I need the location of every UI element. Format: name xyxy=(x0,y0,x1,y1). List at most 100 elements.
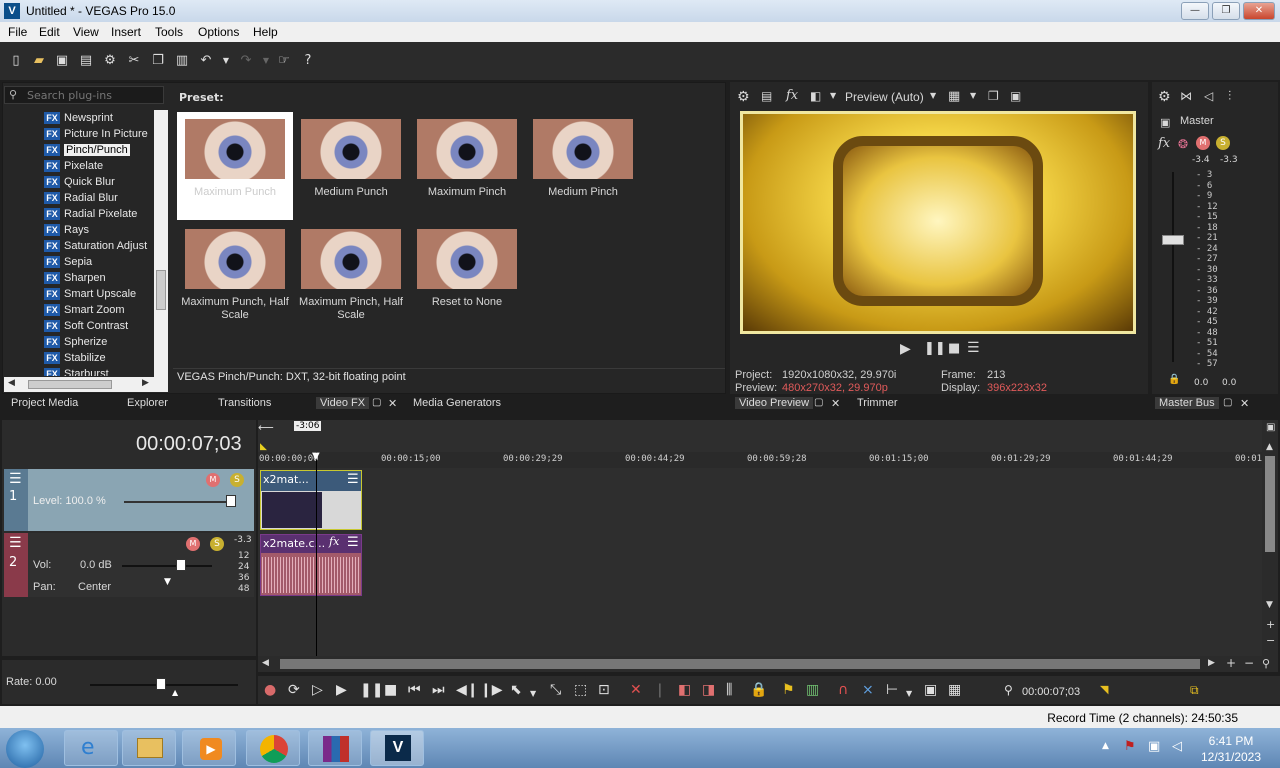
scroll-thumb[interactable] xyxy=(280,659,1200,669)
tab-master-bus[interactable]: Master Bus xyxy=(1155,397,1219,409)
cut-icon[interactable]: ✂ xyxy=(126,53,142,69)
track-menu-icon[interactable]: ☰ xyxy=(9,535,22,551)
master-fx-icon[interactable]: fx xyxy=(1158,136,1170,151)
scroll-right-icon[interactable]: ▶ xyxy=(1208,658,1215,668)
delete-icon[interactable]: ✕ xyxy=(630,682,642,698)
timeline-vertical-scrollbar[interactable]: ▣ ▲ ▼ + − xyxy=(1262,420,1278,656)
redo-icon[interactable]: ↷ xyxy=(238,53,254,69)
tab-close-icon[interactable]: ✕ xyxy=(1240,397,1249,410)
track-number-bar[interactable]: ☰ 1 xyxy=(4,469,28,531)
undo-icon[interactable]: ↶ xyxy=(198,53,214,69)
scroll-right-icon[interactable]: ▶ xyxy=(142,378,149,388)
audio-track-header[interactable]: ☰ 2 M S -3.3 Vol: 0.0 dB Pan: Center ▼ 1… xyxy=(4,533,254,597)
split-icon[interactable]: ⫼ xyxy=(726,682,732,698)
tab-maximize-icon[interactable]: ▢ xyxy=(1223,397,1232,408)
undo-dropdown-icon[interactable]: ▼ xyxy=(218,53,234,69)
record-icon[interactable]: ● xyxy=(264,682,276,698)
plugin-item[interactable]: FX Quick Blur xyxy=(44,174,115,190)
plugin-item[interactable]: FX Radial Blur xyxy=(44,190,118,206)
render-icon[interactable]: ▤ xyxy=(78,53,94,69)
time-ruler[interactable]: 00:00:00;00 00:00:15;00 00:00:29;29 00:0… xyxy=(258,452,1278,468)
preset-medium-punch[interactable]: Medium Punch xyxy=(293,112,409,220)
taskbar-winrar[interactable] xyxy=(308,730,362,766)
track-menu-icon[interactable]: ☰ xyxy=(9,471,22,487)
whats-this-help-icon[interactable]: ? xyxy=(300,53,316,69)
plugin-item[interactable]: FX Pixelate xyxy=(44,158,103,174)
preview-pause-icon[interactable]: ❚❚ xyxy=(924,341,946,356)
menu-tools[interactable]: Tools xyxy=(155,25,183,39)
save-icon[interactable]: ▣ xyxy=(54,53,70,69)
tab-project-media[interactable]: Project Media xyxy=(11,397,78,409)
plugin-item[interactable]: FX Stabilize xyxy=(44,350,106,366)
lock-icon[interactable]: 🔒 xyxy=(750,682,767,698)
copy-snapshot-icon[interactable]: ❐ xyxy=(988,89,999,103)
video-solo-icon[interactable]: S xyxy=(230,473,244,487)
new-file-icon[interactable]: ▯ xyxy=(8,53,24,69)
preset-maximum-pinch[interactable]: Maximum Pinch xyxy=(409,112,525,220)
play-icon[interactable]: ▶ xyxy=(336,682,347,698)
menu-insert[interactable]: Insert xyxy=(111,25,141,39)
trim-start-icon[interactable]: ◧ xyxy=(678,682,691,698)
taskbar-file-explorer[interactable] xyxy=(122,730,176,766)
plugin-item[interactable]: FX Starburst xyxy=(44,366,109,376)
auto-crossfade-icon[interactable]: ⨯ xyxy=(862,682,874,698)
preset-maximum-pinch-half-scale[interactable]: Maximum Pinch, Half Scale xyxy=(293,222,409,330)
play-from-start-icon[interactable]: ▷ xyxy=(312,682,323,698)
previous-frame-icon[interactable]: ◀❙ xyxy=(456,682,479,698)
go-to-start-icon[interactable]: ⏮ xyxy=(408,682,421,698)
scroll-left-icon[interactable]: ◀ xyxy=(262,658,269,668)
close-button[interactable]: ✕ xyxy=(1243,2,1275,20)
plugin-item[interactable]: FX Sharpen xyxy=(44,270,106,286)
mixer-faders-icon[interactable]: ⫶ xyxy=(1228,89,1231,104)
vol-slider-thumb[interactable] xyxy=(176,559,186,571)
preset-maximum-punch[interactable]: Maximum Punch xyxy=(177,112,293,220)
normal-edit-tool-icon[interactable]: ⬉ xyxy=(510,682,522,698)
master-volume-fader[interactable] xyxy=(1162,235,1184,245)
tab-video-fx[interactable]: Video FX xyxy=(316,397,370,409)
audio-solo-icon[interactable]: S xyxy=(210,537,224,551)
trim-end-icon[interactable]: ◨ xyxy=(702,682,715,698)
save-snapshot-icon[interactable]: ▣ xyxy=(1010,89,1021,103)
scroll-thumb[interactable] xyxy=(156,270,166,310)
plugin-item[interactable]: FX Soft Contrast xyxy=(44,318,128,334)
tab-video-preview[interactable]: Video Preview xyxy=(735,397,814,409)
project-properties-icon[interactable]: ▤ xyxy=(761,89,772,103)
scroll-left-icon[interactable]: ◀ xyxy=(8,378,15,388)
audio-event-clip[interactable]: x2mate.c... fx ☰ xyxy=(260,534,362,596)
clip-fx-icon[interactable]: fx xyxy=(329,535,339,548)
preview-menu-icon[interactable]: ☰ xyxy=(967,340,980,356)
taskbar-clock[interactable]: 6:41 PM 12/31/2023 xyxy=(1196,733,1266,765)
tab-maximize-icon[interactable]: ▢ xyxy=(814,397,823,408)
plugin-list-horizontal-scrollbar[interactable]: ◀ ▶ xyxy=(4,377,168,392)
video-track-header[interactable]: ☰ 1 Level: 100.0 % M S xyxy=(4,469,254,531)
next-frame-icon[interactable]: ❙▶ xyxy=(480,682,503,698)
snapping-magnet-icon[interactable]: ∩ xyxy=(838,682,848,698)
plugin-search-input[interactable] xyxy=(27,88,161,102)
ripple-edit-icon[interactable]: ⊢ xyxy=(886,682,898,698)
rate-slider-thumb[interactable] xyxy=(156,678,166,690)
clip-menu-icon[interactable]: ☰ xyxy=(347,535,359,550)
scroll-up-icon[interactable]: ▲ xyxy=(1266,442,1273,452)
taskbar-chrome[interactable] xyxy=(246,730,300,766)
plugin-item[interactable]: FX Smart Upscale xyxy=(44,286,136,302)
tab-close-icon[interactable]: ✕ xyxy=(388,397,397,410)
redo-dropdown-icon[interactable]: ▼ xyxy=(258,53,274,69)
start-button[interactable] xyxy=(6,730,44,768)
lock-envelopes-icon[interactable]: ▣ xyxy=(924,682,937,698)
playhead-cursor[interactable] xyxy=(316,452,317,656)
plugin-item[interactable]: FX Radial Pixelate xyxy=(44,206,137,222)
loop-region-marker-icon[interactable]: ◣ xyxy=(260,442,267,452)
split-screen-icon[interactable]: ◧ xyxy=(810,89,821,103)
transport-timecode[interactable]: 00:00:07;03 xyxy=(1022,684,1080,700)
plugin-item[interactable]: FX Spherize xyxy=(44,334,107,350)
tab-explorer[interactable]: Explorer xyxy=(127,397,168,409)
video-mute-icon[interactable]: M xyxy=(206,473,220,487)
taskbar-media-player[interactable]: ▶ xyxy=(182,730,236,766)
zoom-in-time-icon[interactable]: + xyxy=(1226,656,1236,670)
preset-reset-to-none[interactable]: Reset to None xyxy=(409,222,525,330)
overlays-dropdown-icon[interactable]: ▼ xyxy=(970,91,976,100)
plugin-item[interactable]: FX Sepia xyxy=(44,254,92,270)
master-mute-icon[interactable]: M xyxy=(1196,136,1210,150)
track-number-bar[interactable]: ☰ 2 xyxy=(4,533,28,597)
insert-region-icon[interactable]: ▥ xyxy=(806,682,819,698)
